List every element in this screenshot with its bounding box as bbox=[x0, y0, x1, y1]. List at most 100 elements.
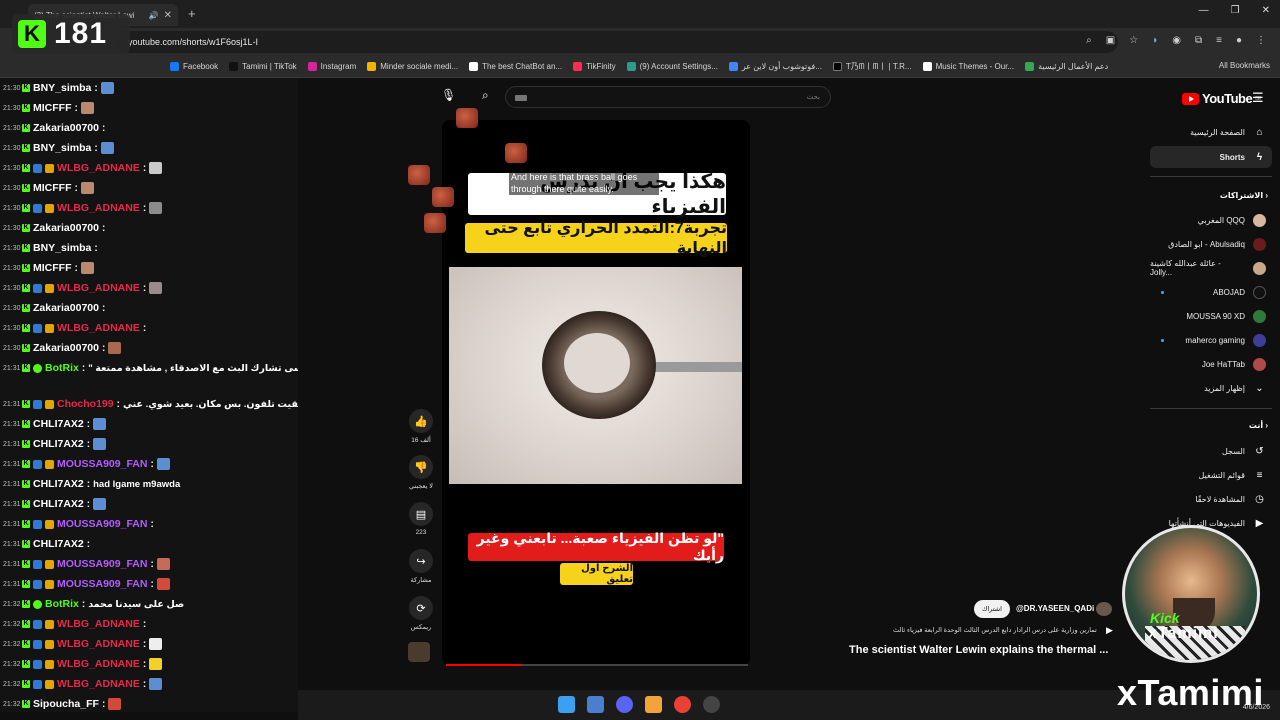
chat-username[interactable]: BotRix bbox=[45, 362, 79, 374]
subscriptions-heading[interactable]: الاشتراكات › bbox=[1150, 191, 1268, 200]
sidebar-channel[interactable]: MOUSSA 90 XD bbox=[1150, 305, 1272, 327]
chat-username[interactable]: CHLI7AX2 bbox=[33, 538, 84, 550]
url-input[interactable]: youtube.com/shorts/w1F6osj1L-I bbox=[118, 31, 1118, 53]
chat-username[interactable]: MOUSSA909_FAN bbox=[57, 578, 147, 590]
chat-username[interactable]: Zakaria00700 bbox=[33, 342, 99, 354]
you-heading[interactable]: أنت › bbox=[1150, 421, 1268, 430]
file-explorer-icon[interactable] bbox=[587, 696, 604, 713]
chat-username[interactable]: BNY_simba bbox=[33, 142, 91, 154]
sound-thumbnail[interactable] bbox=[408, 642, 430, 662]
chat-timestamp: 21:30 bbox=[3, 84, 21, 92]
video-title[interactable]: The scientist Walter Lewin explains the … bbox=[849, 644, 1108, 656]
audio-icon[interactable]: 🔊 bbox=[149, 11, 159, 20]
star-icon[interactable]: ☆ bbox=[1129, 35, 1138, 46]
chat-username[interactable]: Zakaria00700 bbox=[33, 302, 99, 314]
chat-username[interactable]: BNY_simba bbox=[33, 82, 91, 94]
cast-icon[interactable]: ▣ bbox=[1106, 35, 1115, 46]
chat-username[interactable]: WLBG_ADNANE bbox=[57, 658, 140, 670]
chat-username[interactable]: CHLI7AX2 bbox=[33, 478, 84, 490]
chat-username[interactable]: WLBG_ADNANE bbox=[57, 638, 140, 650]
hamburger-menu-icon[interactable]: ☰ bbox=[1252, 90, 1264, 106]
sidebar-item-history[interactable]: السجل ↺ bbox=[1150, 440, 1272, 462]
chat-username[interactable]: CHLI7AX2 bbox=[33, 418, 84, 430]
sidebar-channel[interactable]: ABOJAD bbox=[1150, 281, 1272, 303]
all-bookmarks-button[interactable]: All Bookmarks bbox=[1219, 61, 1270, 70]
chrome-icon[interactable] bbox=[674, 696, 691, 713]
chat-username[interactable]: CHLI7AX2 bbox=[33, 438, 84, 450]
share-button[interactable]: ↪ مشاركة bbox=[404, 549, 438, 584]
chat-username[interactable]: Chocho199 bbox=[57, 398, 114, 410]
bookmark-item[interactable]: Music Themes - Our... bbox=[922, 62, 1014, 71]
discord-icon[interactable] bbox=[616, 696, 633, 713]
remix-button[interactable]: ⟳ ريمكس bbox=[404, 596, 438, 631]
bookmark-item[interactable]: فوتوشوب أون لاين عر... bbox=[728, 62, 822, 71]
video-progress-bar[interactable] bbox=[446, 664, 748, 666]
sidebar-item-home[interactable]: الصفحة الرئيسية ⌂ bbox=[1150, 121, 1272, 143]
chat-username[interactable]: MOUSSA909_FAN bbox=[57, 518, 147, 530]
chat-username[interactable]: Zakaria00700 bbox=[33, 222, 99, 234]
profile-icon[interactable]: ● bbox=[1236, 35, 1242, 46]
chat-username[interactable]: MOUSSA909_FAN bbox=[57, 558, 147, 570]
minimize-icon[interactable]: — bbox=[1199, 5, 1209, 16]
new-tab-button[interactable]: + bbox=[188, 6, 196, 21]
sidebar-channel[interactable]: maherco gaming bbox=[1150, 329, 1272, 351]
bookmark-item[interactable]: Minder sociale medi... bbox=[367, 62, 458, 71]
comments-button[interactable]: ▤ 223 bbox=[404, 502, 438, 536]
bookmark-item[interactable]: Tamimi | TikTok bbox=[229, 62, 297, 71]
bookmark-item[interactable]: Facebook bbox=[170, 62, 218, 71]
bookmark-item[interactable]: TikFinity bbox=[573, 62, 616, 71]
sidebar-item-watch-later[interactable]: المشاهدة لاحقًا ◷ bbox=[1150, 488, 1272, 510]
mic-icon[interactable]: 🎙 bbox=[441, 88, 456, 102]
search-icon[interactable]: ⌕ bbox=[482, 88, 489, 103]
play-icon[interactable]: ▶ bbox=[1106, 625, 1113, 636]
chat-username[interactable]: BotRix bbox=[45, 598, 79, 610]
bookmark-item[interactable]: دعم الأعمال الرئيسية bbox=[1025, 62, 1108, 71]
sidebar-channel[interactable]: عائلة عبدالله كاشينة - Jolly... bbox=[1150, 257, 1272, 279]
keyboard-icon[interactable] bbox=[515, 95, 527, 101]
sidebar-item-shorts[interactable]: Shorts ϟ bbox=[1150, 146, 1272, 168]
sidebar-channel[interactable]: Joe HaTTab bbox=[1150, 353, 1272, 375]
sidebar-channel[interactable]: المغربي QQQ bbox=[1150, 209, 1272, 231]
chat-username[interactable]: MOUSSA909_FAN bbox=[57, 458, 147, 470]
dislike-button[interactable]: 👎 لا يعجبني bbox=[404, 455, 438, 490]
like-button[interactable]: 👍 16 ألف bbox=[404, 409, 438, 444]
settings-icon[interactable] bbox=[703, 696, 720, 713]
media-icon[interactable]: ≡ bbox=[1216, 35, 1222, 46]
channel-avatar[interactable] bbox=[1096, 602, 1112, 616]
youtube-logo[interactable]: YouTube BE bbox=[1182, 91, 1261, 106]
bookmark-item[interactable]: The best ChatBot an... bbox=[469, 62, 562, 71]
windows-start-icon[interactable] bbox=[558, 696, 575, 713]
chat-username[interactable]: WLBG_ADNANE bbox=[57, 282, 140, 294]
extension2-icon[interactable]: ◉ bbox=[1172, 35, 1181, 46]
chat-username[interactable]: MICFFF bbox=[33, 102, 72, 114]
chat-username[interactable]: CHLI7AX2 bbox=[33, 498, 84, 510]
bookmark-item[interactable]: (9) Account Settings... bbox=[626, 62, 718, 71]
chat-username[interactable]: BNY_simba bbox=[33, 242, 91, 254]
chat-username[interactable]: Zakaria00700 bbox=[33, 122, 99, 134]
bookmark-item[interactable]: T乃ᗰ丨ᗰ丨 | T.R... bbox=[832, 61, 912, 72]
chat-username[interactable]: WLBG_ADNANE bbox=[57, 162, 140, 174]
chat-username[interactable]: Sipoucha_FF bbox=[33, 698, 99, 710]
bookmark-item[interactable]: Instagram bbox=[307, 62, 356, 71]
chat-username[interactable]: WLBG_ADNANE bbox=[57, 618, 140, 630]
chat-username[interactable]: WLBG_ADNANE bbox=[57, 322, 140, 334]
extension-icon[interactable]: ◗ bbox=[1152, 35, 1158, 46]
channel-handle[interactable]: @DR.YASEEN_QADi bbox=[1016, 604, 1094, 613]
show-more-button[interactable]: إظهار المزيد ⌄ bbox=[1150, 377, 1272, 399]
chat-username[interactable]: MICFFF bbox=[33, 262, 72, 274]
puzzle-icon[interactable]: ⧉ bbox=[1195, 35, 1202, 46]
menu-icon[interactable]: ⋮ bbox=[1256, 35, 1266, 46]
sidebar-channel[interactable]: ابو الصادق - Abulsadiq bbox=[1150, 233, 1272, 255]
sidebar-item-playlists[interactable]: قوائم التشغيل ≡ bbox=[1150, 464, 1272, 486]
app-icon[interactable] bbox=[645, 696, 662, 713]
chat-username[interactable]: WLBG_ADNANE bbox=[57, 202, 140, 214]
zoom-icon[interactable]: ⌕ bbox=[1086, 35, 1092, 46]
close-tab-icon[interactable]: ✕ bbox=[164, 10, 172, 21]
subscribe-button[interactable]: اشتراك bbox=[974, 600, 1010, 618]
maximize-icon[interactable]: ❐ bbox=[1231, 5, 1240, 16]
chat-username[interactable]: MICFFF bbox=[33, 182, 72, 194]
chat-username[interactable]: WLBG_ADNANE bbox=[57, 678, 140, 690]
close-window-icon[interactable]: ✕ bbox=[1262, 5, 1270, 16]
search-input[interactable]: بحث bbox=[505, 86, 831, 108]
comment-icon: ▤ bbox=[409, 502, 433, 526]
